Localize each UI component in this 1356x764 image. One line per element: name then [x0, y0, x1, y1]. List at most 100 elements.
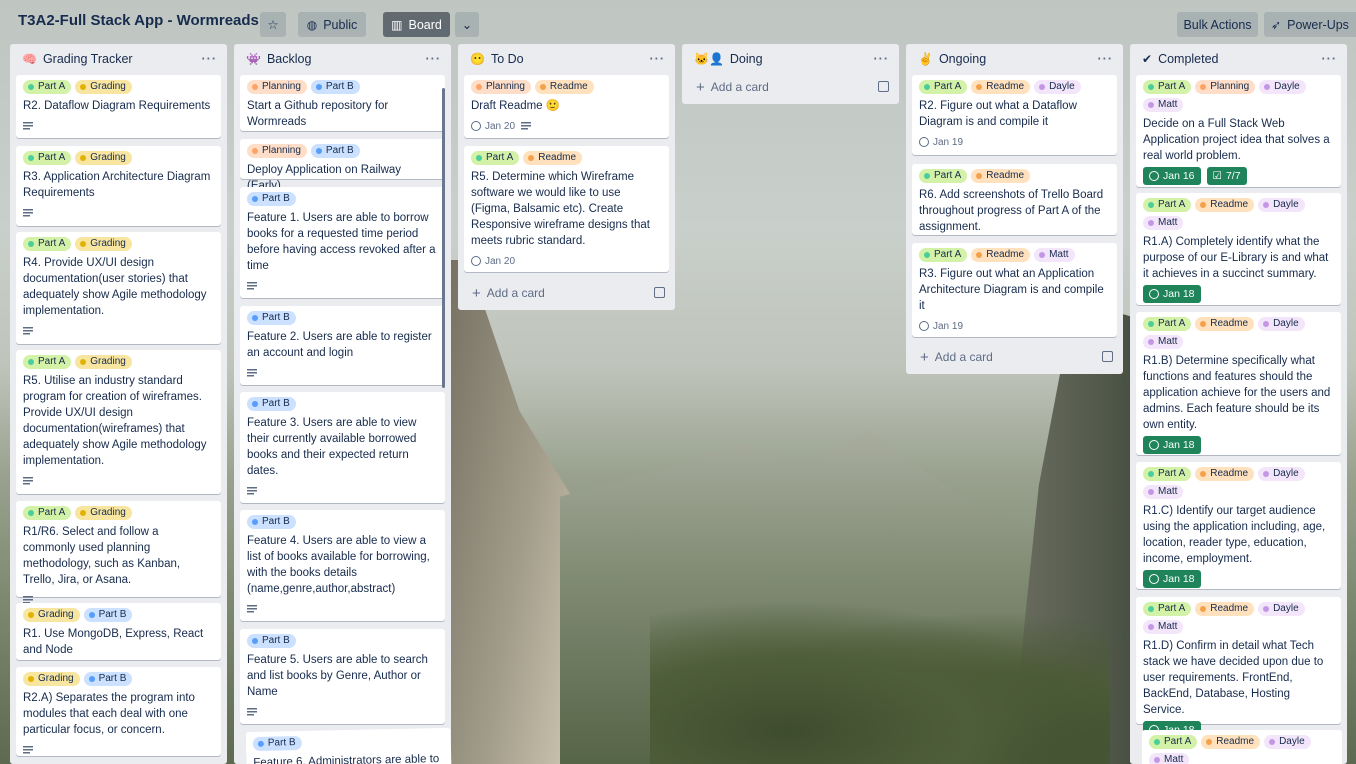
list-title[interactable]: Completed — [1158, 52, 1321, 66]
list-title[interactable]: To Do — [491, 52, 650, 66]
label[interactable]: Grading — [75, 237, 132, 251]
more-icon[interactable]: ··· — [874, 52, 890, 66]
more-icon[interactable]: ··· — [650, 52, 666, 66]
label[interactable]: Matt — [1034, 248, 1075, 262]
label[interactable]: Matt — [1143, 485, 1184, 499]
label[interactable]: Part A — [1143, 80, 1192, 94]
label[interactable]: Part B — [247, 192, 296, 206]
card[interactable]: Part B Feature 4. Users are able to view… — [240, 510, 445, 621]
label[interactable]: Grading — [75, 80, 132, 94]
due-date-complete-badge[interactable]: Jan 18 — [1143, 570, 1201, 588]
list-header[interactable]: 👾 Backlog ··· — [234, 44, 451, 74]
card[interactable]: Part B Feature 3. Users are able to view… — [240, 392, 445, 503]
view-switcher-button[interactable]: ⌄ — [455, 12, 479, 37]
label[interactable]: Part A — [23, 80, 72, 94]
label[interactable]: Part B — [247, 515, 296, 529]
label[interactable]: Part A — [23, 151, 72, 165]
label[interactable]: Part A — [919, 80, 968, 94]
label[interactable]: Part B — [310, 80, 360, 94]
label[interactable]: Part A — [1143, 467, 1192, 481]
card[interactable]: Grading Part B R2.A) Separates the progra… — [16, 667, 221, 756]
label[interactable]: Readme — [1195, 467, 1255, 481]
label[interactable]: Grading — [75, 355, 132, 369]
label[interactable]: Matt — [1143, 98, 1184, 112]
label[interactable]: Part A — [1143, 198, 1192, 212]
card[interactable]: Part A Readme Dayle Matt — [1142, 730, 1342, 764]
label[interactable]: Readme — [534, 80, 594, 94]
label[interactable]: Part A — [23, 237, 72, 251]
label[interactable]: Matt — [1143, 335, 1184, 349]
card[interactable]: Part A Readme Dayle Matt R1.B) Determine sp… — [1136, 312, 1341, 455]
visibility-button[interactable]: ◍ Public — [298, 12, 366, 37]
template-icon[interactable] — [654, 287, 665, 298]
add-card-button[interactable]: + Add a card — [688, 74, 893, 100]
label[interactable]: Dayle — [1264, 735, 1311, 749]
add-card-button[interactable]: + Add a card — [464, 280, 669, 306]
list-header[interactable]: 🐱👤 Doing ··· — [682, 44, 899, 74]
label[interactable]: Readme — [971, 248, 1031, 262]
template-icon[interactable] — [1102, 351, 1113, 362]
label[interactable]: Matt — [1143, 620, 1184, 634]
label[interactable]: Part A — [23, 506, 72, 520]
label[interactable]: Part A — [471, 151, 520, 165]
card[interactable]: Part B Feature 1. Users are able to borr… — [240, 187, 445, 298]
card[interactable]: Part A Readme R5. Determine which Wirefra… — [464, 146, 669, 272]
label[interactable]: Grading — [75, 151, 132, 165]
label[interactable]: Matt — [1143, 216, 1184, 230]
card-dragging[interactable]: Part B Feature 6. Administrators are abl… — [245, 727, 452, 764]
template-icon[interactable] — [878, 81, 889, 92]
label[interactable]: Grading — [23, 672, 80, 686]
list-header[interactable]: ✌ Ongoing ··· — [906, 44, 1123, 74]
label[interactable]: Planning — [247, 80, 307, 94]
label[interactable]: Readme — [971, 80, 1031, 94]
label[interactable]: Part B — [310, 144, 360, 158]
card[interactable]: Part B Feature 2. Users are able to regi… — [240, 306, 445, 385]
card[interactable]: Part A Planning Dayle Matt Decide on a Full… — [1136, 75, 1341, 187]
label[interactable]: Readme — [1195, 317, 1255, 331]
label[interactable]: Dayle — [1258, 602, 1305, 616]
board-title[interactable]: T3A2-Full Stack App - Wormreads — [18, 12, 259, 29]
more-icon[interactable]: ··· — [1322, 52, 1338, 66]
card[interactable]: Part A Grading R3. Application Architectu… — [16, 146, 221, 226]
label[interactable]: Dayle — [1258, 198, 1305, 212]
more-icon[interactable]: ··· — [426, 52, 442, 66]
list-title[interactable]: Grading Tracker — [43, 52, 202, 66]
power-ups-button[interactable]: ➶ Power-Ups — [1264, 12, 1356, 37]
label[interactable]: Readme — [1195, 602, 1255, 616]
label[interactable]: Part B — [83, 672, 133, 686]
label[interactable]: Planning — [1195, 80, 1256, 94]
card[interactable]: Part A Readme Matt R3. Figure out what an … — [912, 243, 1117, 337]
label[interactable]: Part A — [1143, 317, 1192, 331]
card[interactable]: Part A Grading R2. Dataflow Diagram Requi… — [16, 75, 221, 138]
label[interactable]: Dayle — [1034, 80, 1081, 94]
label[interactable]: Dayle — [1259, 80, 1306, 94]
label[interactable]: Planning — [471, 80, 531, 94]
card[interactable]: Part A Readme Dayle R2. Figure out what a … — [912, 75, 1117, 155]
label[interactable]: Part A — [919, 248, 968, 262]
card[interactable]: Part A Readme R6. Add screenshots of Trel… — [912, 164, 1117, 235]
card[interactable]: Planning Readme Draft Readme 🙂 Jan 20 — [464, 75, 669, 138]
card[interactable]: Part A Readme Dayle Matt R1.D) Confirm in d… — [1136, 597, 1341, 739]
card[interactable]: Part A Readme Dayle Matt R1.C) Identify our… — [1136, 462, 1341, 589]
list-header[interactable]: 😶 To Do ··· — [458, 44, 675, 74]
label[interactable]: Dayle — [1258, 467, 1305, 481]
label[interactable]: Grading — [23, 608, 80, 622]
label[interactable]: Dayle — [1258, 317, 1305, 331]
card[interactable]: Part B Feature 5. Users are able to sear… — [240, 629, 445, 724]
add-card-button[interactable]: + Add a card — [912, 344, 1117, 370]
card[interactable]: Planning Part B Start a Github repository… — [240, 75, 445, 131]
bulk-actions-button[interactable]: Bulk Actions — [1177, 12, 1258, 37]
card[interactable]: Part A Grading R4. Provide UX/UI design d… — [16, 232, 221, 344]
label[interactable]: Readme — [1195, 198, 1255, 212]
label[interactable]: Part A — [1149, 735, 1198, 749]
board-view-button[interactable]: ▥ Board — [383, 12, 450, 37]
list-header[interactable]: ✔ Completed ··· — [1130, 44, 1347, 74]
label[interactable]: Part A — [1143, 602, 1192, 616]
label[interactable]: Readme — [523, 151, 583, 165]
label[interactable]: Part B — [247, 397, 296, 411]
due-date-complete-badge[interactable]: Jan 18 — [1143, 285, 1201, 303]
label[interactable]: Part B — [247, 311, 296, 325]
more-icon[interactable]: ··· — [202, 52, 218, 66]
list-title[interactable]: Backlog — [267, 52, 426, 66]
due-date-complete-badge[interactable]: Jan 18 — [1143, 436, 1201, 454]
